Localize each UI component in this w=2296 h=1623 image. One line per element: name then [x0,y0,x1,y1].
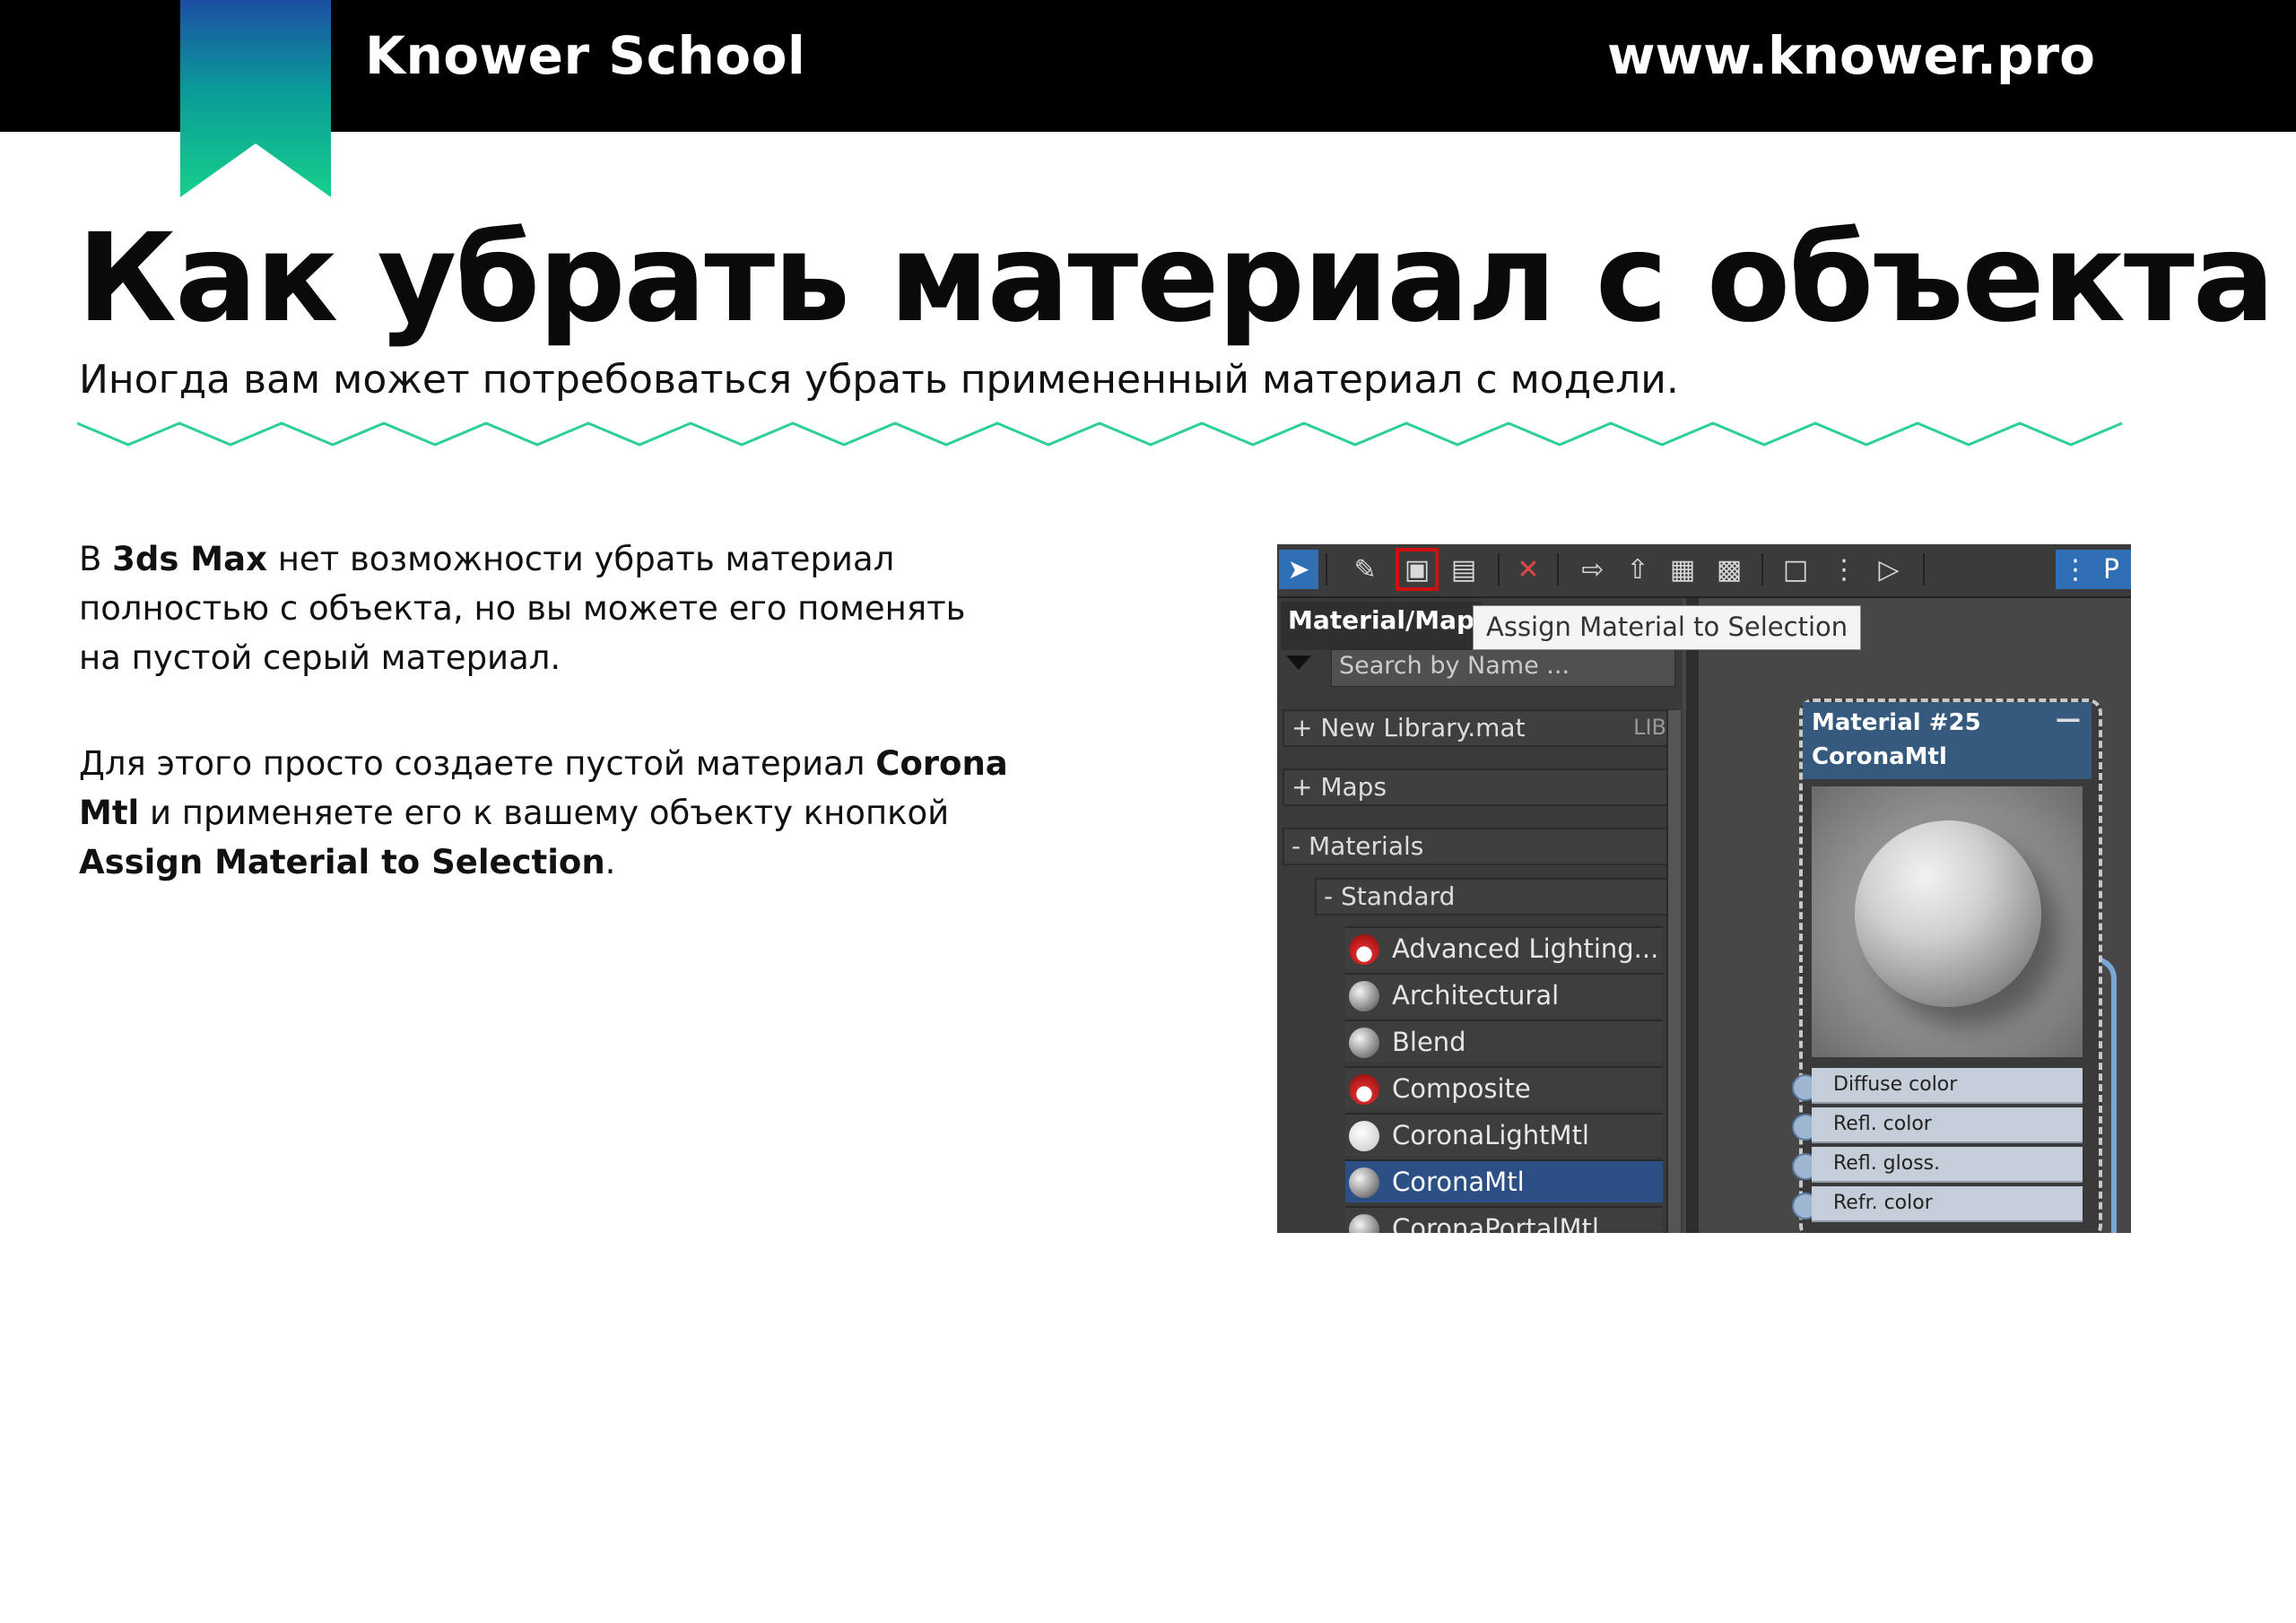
material-sphere-icon [1349,1121,1379,1151]
slot-refl-color[interactable]: Refl. color [1812,1107,2083,1143]
node-header[interactable]: Material #25 CoronaMtl — [1803,702,2092,779]
text: Для этого просто создаете пустой материа… [79,744,876,783]
body-text: В 3ds Max нет возможности убрать материа… [79,534,1012,943]
nav-icon[interactable]: ⋮ [1824,550,1864,589]
separator [1498,553,1500,586]
list-item[interactable]: Architectural [1345,973,1663,1016]
search-input[interactable]: Search by Name ... [1331,649,1675,687]
move-children-icon[interactable]: ⇨ [1573,550,1613,589]
bookmark-ribbon-icon [180,0,331,197]
put-to-scene-icon[interactable]: ▤ [1444,550,1483,589]
node-name: Material #25 [1812,709,1981,736]
materials-group[interactable]: - Materials [1283,828,1674,865]
list-item[interactable]: CoronaPortalMtl [1345,1206,1663,1233]
item-label: Architectural [1392,980,1560,1011]
paragraph-2: Для этого просто создаете пустой материа… [79,739,1012,887]
text: . [604,843,616,881]
assign-material-icon[interactable]: ▣ [1396,548,1439,591]
item-label: Blend [1392,1027,1466,1057]
page-title: Как убрать материал с объекта [77,208,2275,350]
eyedropper-icon[interactable]: ✎ [1345,550,1385,589]
page-subtitle: Иногда вам может потребоваться убрать пр… [79,357,1679,403]
list-item[interactable]: Advanced Lighting... [1345,926,1663,969]
text: и применяете его к вашему объекту кнопко… [139,794,950,832]
separator [1557,553,1559,586]
library-group[interactable]: + New Library.mat LIB [1283,709,1674,747]
material-preview [1812,786,2083,1057]
list-item[interactable]: CoronaLightMtl [1345,1113,1663,1156]
separator [1923,553,1925,586]
delete-icon[interactable]: ✕ [1509,550,1548,589]
node-select-icon[interactable]: ⋮ [2056,550,2095,589]
tooltip: Assign Material to Selection [1473,605,1862,650]
paragraph-1: В 3ds Max нет возможности убрать материа… [79,534,1012,682]
text: В [79,540,113,578]
list-item-selected[interactable]: CoronaMtl [1345,1159,1663,1202]
show-background-icon[interactable]: ▦ [1663,550,1702,589]
bold-text: Assign Material to Selection [79,843,605,881]
layout-icon[interactable]: □ [1776,550,1815,589]
scrollbar[interactable] [1666,710,1681,1233]
list-item[interactable]: Blend [1345,1020,1663,1063]
material-editor-screenshot: ➤ ✎ ▣ ▤ ✕ ⇨ ⇧ ▦ ▩ □ ⋮ ▷ ⋮ P Material/Map… [1277,544,2131,1233]
item-label: CoronaPortalMtl [1392,1213,1599,1233]
checker-icon[interactable]: ▩ [1709,550,1749,589]
library-tag: LIB [1633,715,1666,740]
list-item[interactable]: Composite [1345,1066,1663,1109]
material-sphere-icon [1349,1074,1379,1105]
item-label: Composite [1392,1073,1531,1104]
slot-refl-gloss[interactable]: Refl. gloss. [1812,1147,2083,1183]
material-sphere-icon [1349,1028,1379,1058]
item-label: CoronaMtl [1392,1167,1525,1197]
zigzag-divider [77,421,2123,447]
material-sphere-icon [1349,1167,1379,1198]
slot-diffuse-color[interactable]: Diffuse color [1812,1068,2083,1104]
panel-divider[interactable] [1686,598,1699,1233]
library-label: + New Library.mat [1292,713,1526,742]
hierarchy-icon[interactable]: ▷ [1869,550,1909,589]
bold-text: 3ds Max [112,540,267,578]
website-link[interactable]: www.knower.pro [1607,25,2095,86]
params-icon[interactable]: P [2092,550,2131,589]
maps-group[interactable]: + Maps [1283,768,1674,806]
slot-refr-color[interactable]: Refr. color [1812,1186,2083,1222]
standard-group[interactable]: - Standard [1315,878,1674,916]
separator [1761,553,1763,586]
brand-name[interactable]: Knower School [365,25,805,86]
item-label: CoronaLightMtl [1392,1120,1589,1150]
node-type: CoronaMtl [1812,743,1947,770]
item-label: Advanced Lighting... [1392,933,1659,964]
material-sphere-icon [1349,981,1379,1011]
filter-dropdown-icon[interactable] [1286,655,1311,670]
pick-material-icon[interactable]: ⇧ [1618,550,1657,589]
preview-sphere [1855,820,2041,1007]
tab-material-map[interactable]: Material/Map [1281,602,1483,650]
select-arrow-icon[interactable]: ➤ [1279,550,1318,589]
minimize-icon[interactable]: — [2056,702,2081,736]
separator [1326,553,1327,586]
material-sphere-icon [1349,934,1379,965]
editor-toolbar: ➤ ✎ ▣ ▤ ✕ ⇨ ⇧ ▦ ▩ □ ⋮ ▷ ⋮ P [1277,544,2131,598]
material-sphere-icon [1349,1214,1379,1233]
